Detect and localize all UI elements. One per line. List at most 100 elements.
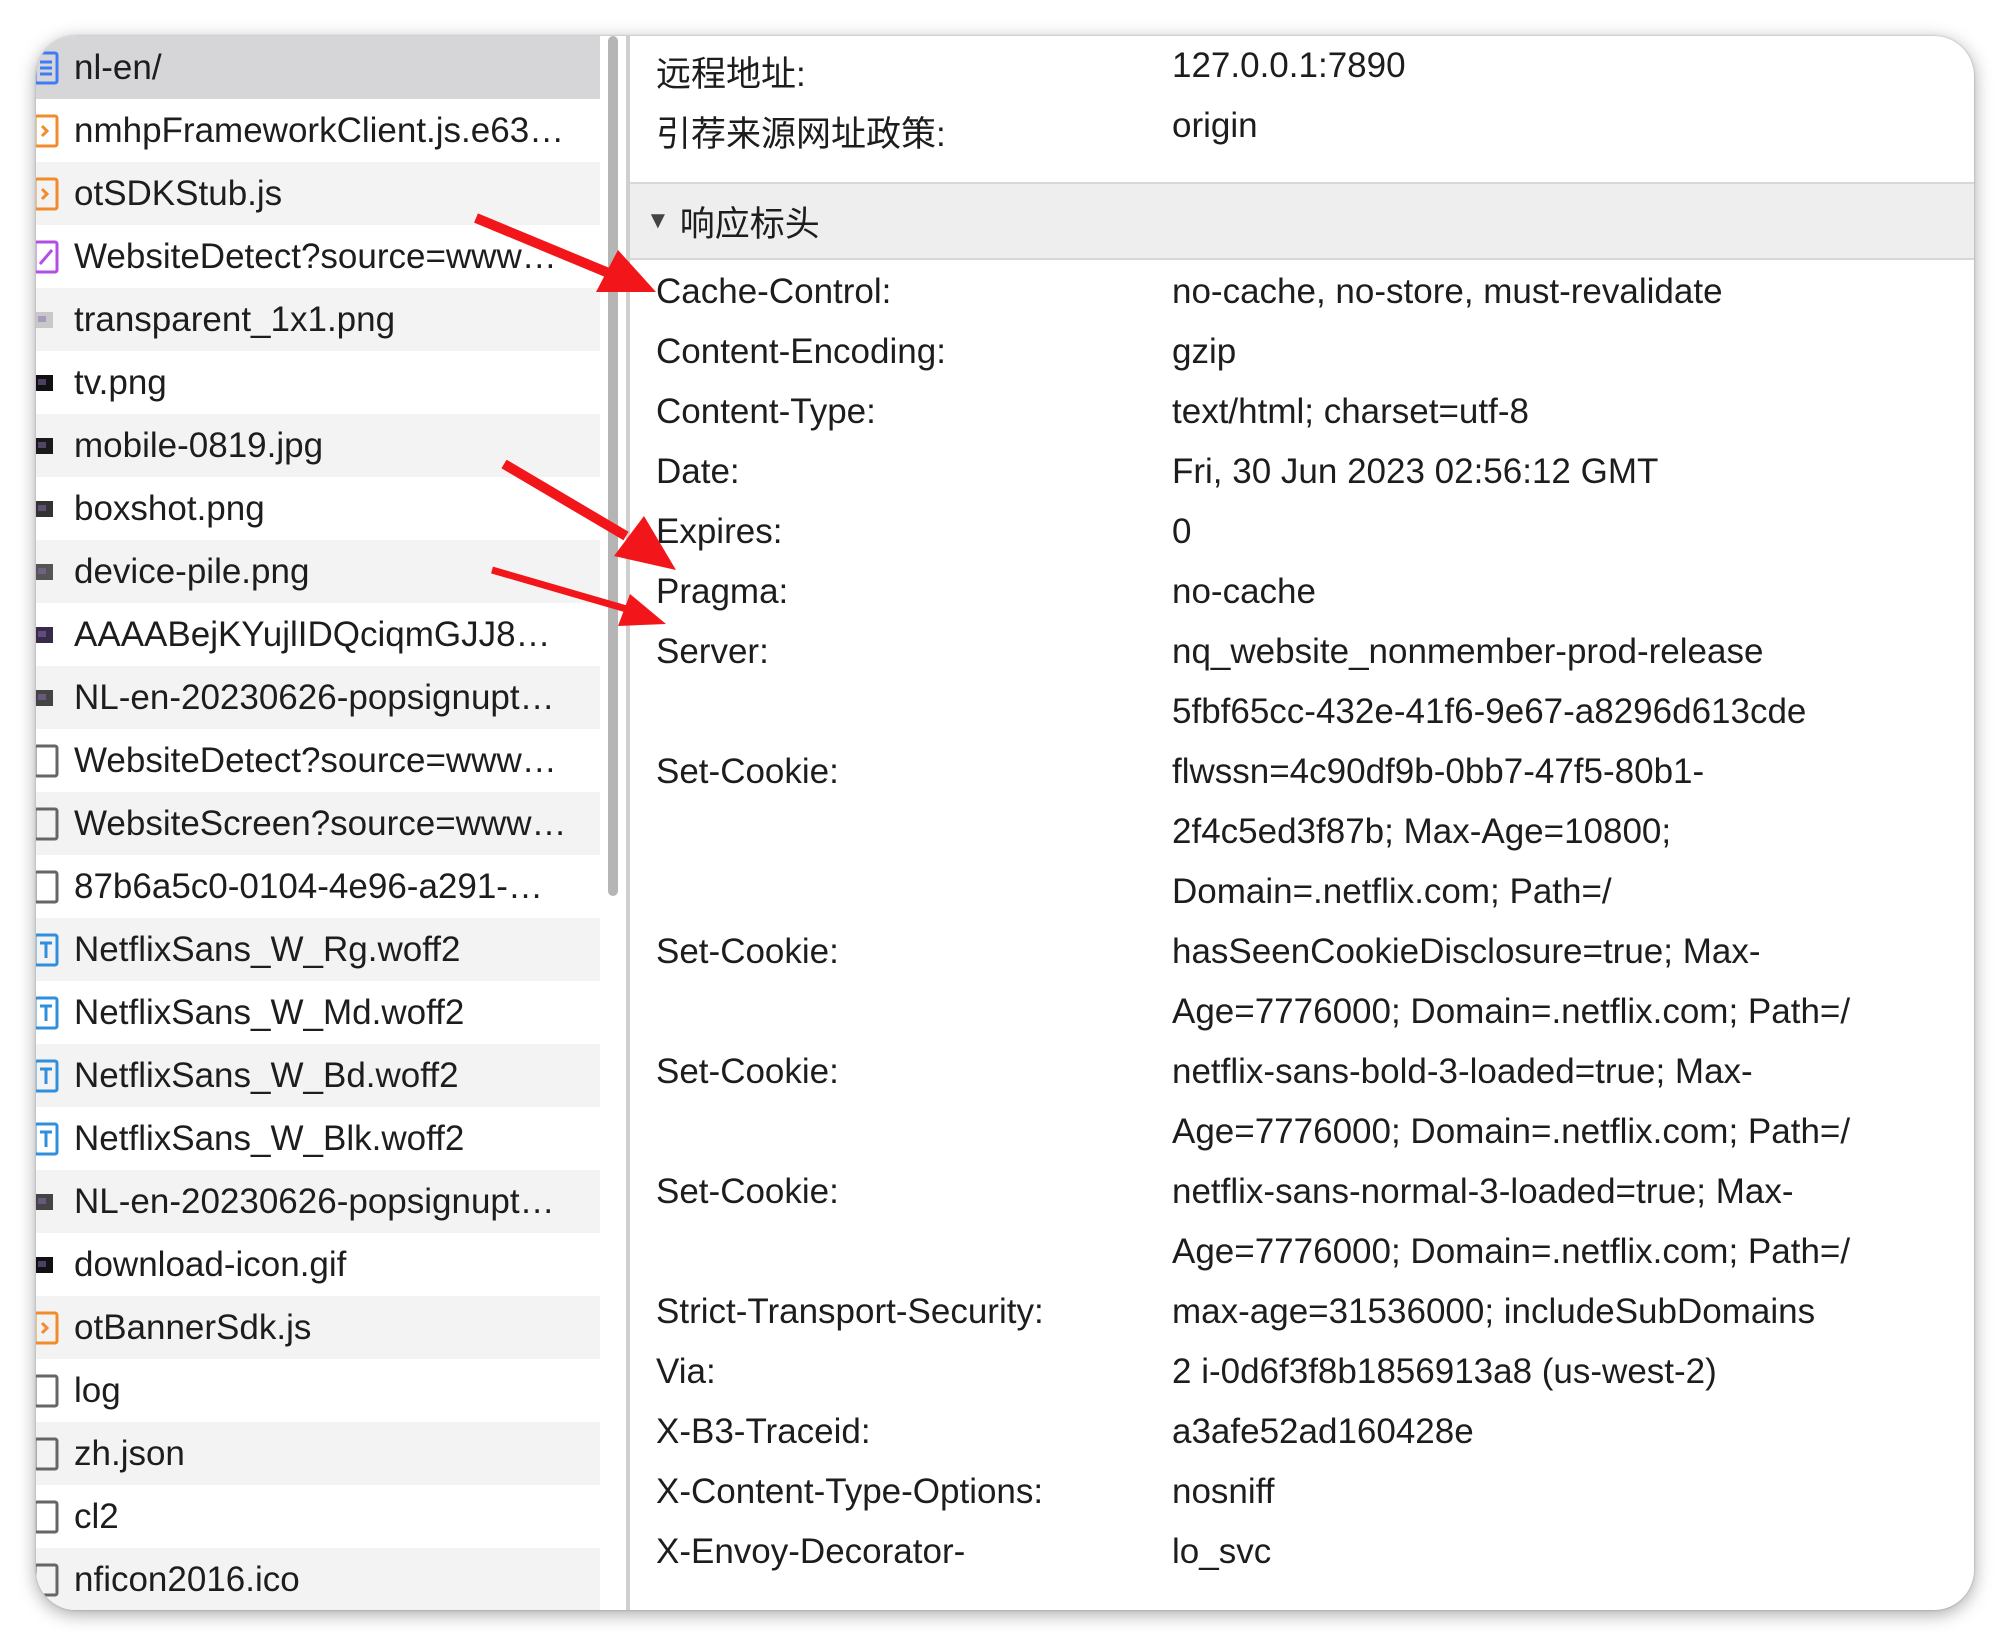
header-value: gzip xyxy=(1172,332,1237,371)
image-icon xyxy=(36,296,72,344)
general-row-referrer-policy: 引荐来源网址政策: origin xyxy=(630,96,1974,156)
request-row[interactable]: otBannerSdk.js xyxy=(36,1296,600,1359)
header-value: Age=7776000; Domain=.netflix.com; Path=/ xyxy=(1172,1112,1851,1151)
xhr-icon xyxy=(36,233,72,281)
request-row[interactable]: tv.png xyxy=(36,351,600,414)
image-icon xyxy=(36,548,72,596)
header-key: Cache-Control: xyxy=(656,272,892,311)
request-list-scrollbar[interactable] xyxy=(606,36,620,896)
header-key: X-Content-Type-Options: xyxy=(656,1472,1044,1511)
request-row[interactable]: download-icon.gif xyxy=(36,1233,600,1296)
file-icon xyxy=(36,1493,72,1541)
header-key: Strict-Transport-Security: xyxy=(656,1292,1044,1331)
request-row[interactable]: NL-en-20230626-popsignupt… xyxy=(36,1170,600,1233)
request-row[interactable]: NetflixSans_W_Md.woff2 xyxy=(36,981,600,1044)
header-value: netflix-sans-normal-3-loaded=true; Max- xyxy=(1172,1172,1794,1211)
script-icon xyxy=(36,107,72,155)
request-row[interactable]: otSDKStub.js xyxy=(36,162,600,225)
header-value: nq_website_nonmember-prod-release xyxy=(1172,632,1764,671)
header-value: nosniff xyxy=(1172,1472,1275,1511)
response-headers-section-toggle[interactable]: ▼ 响应标头 xyxy=(630,182,1974,260)
header-value: hasSeenCookieDisclosure=true; Max- xyxy=(1172,932,1761,971)
request-row[interactable]: log xyxy=(36,1359,600,1422)
file-icon xyxy=(36,863,72,911)
header-value: Age=7776000; Domain=.netflix.com; Path=/ xyxy=(1172,992,1851,1031)
request-row[interactable]: 87b6a5c0-0104-4e96-a291-… xyxy=(36,855,600,918)
font-icon xyxy=(36,926,72,974)
header-value: lo_svc xyxy=(1172,1532,1272,1571)
request-row[interactable]: NetflixSans_W_Rg.woff2 xyxy=(36,918,600,981)
header-value: no-cache, no-store, must-revalidate xyxy=(1172,272,1723,311)
file-icon xyxy=(36,1367,72,1415)
request-row[interactable]: mobile-0819.jpg xyxy=(36,414,600,477)
request-row[interactable]: nl-en/ xyxy=(36,36,600,99)
header-value: max-age=31536000; includeSubDomains xyxy=(1172,1292,1816,1331)
request-name: otBannerSdk.js xyxy=(74,1307,312,1347)
file-icon xyxy=(36,800,72,848)
header-value: 2f4c5ed3f87b; Max-Age=10800; xyxy=(1172,812,1672,851)
script-icon xyxy=(36,170,72,218)
font-icon xyxy=(36,1052,72,1100)
header-value: Domain=.netflix.com; Path=/ xyxy=(1172,872,1612,911)
header-value: a3afe52ad160428e xyxy=(1172,1412,1474,1451)
header-value: Age=7776000; Domain=.netflix.com; Path=/ xyxy=(1172,1232,1851,1271)
request-row[interactable]: nmhpFrameworkClient.js.e63… xyxy=(36,99,600,162)
header-value: origin xyxy=(1172,106,1258,145)
header-value: 0 xyxy=(1172,512,1192,551)
font-icon xyxy=(36,989,72,1037)
file-icon xyxy=(36,1556,72,1604)
request-row[interactable]: NetflixSans_W_Bd.woff2 xyxy=(36,1044,600,1107)
request-row[interactable]: WebsiteScreen?source=www… xyxy=(36,792,600,855)
request-row[interactable]: NetflixSans_W_Blk.woff2 xyxy=(36,1107,600,1170)
request-row[interactable]: AAAABejKYujlIDQciqmGJJ8… xyxy=(36,603,600,666)
header-key: Content-Encoding: xyxy=(656,332,946,371)
request-name: tv.png xyxy=(74,362,167,402)
image-icon xyxy=(36,359,72,407)
header-value: 127.0.0.1:7890 xyxy=(1172,46,1406,85)
request-name: download-icon.gif xyxy=(74,1244,347,1284)
header-key: Pragma: xyxy=(656,572,789,611)
section-title: 响应标头 xyxy=(679,204,820,244)
request-row[interactable]: WebsiteDetect?source=www… xyxy=(36,729,600,792)
request-name: nl-en/ xyxy=(74,47,162,87)
request-row[interactable]: transparent_1x1.png xyxy=(36,288,600,351)
request-row[interactable]: zh.json xyxy=(36,1422,600,1485)
header-value: netflix-sans-bold-3-loaded=true; Max- xyxy=(1172,1052,1753,1091)
general-row-remote-address: 远程地址: 127.0.0.1:7890 xyxy=(630,36,1974,96)
image-icon xyxy=(36,485,72,533)
request-row[interactable]: WebsiteDetect?source=www… xyxy=(36,225,600,288)
request-name: NetflixSans_W_Blk.woff2 xyxy=(74,1118,465,1158)
header-key: Server: xyxy=(656,632,769,671)
disclosure-triangle-icon: ▼ xyxy=(646,207,670,234)
request-row[interactable]: nficon2016.ico xyxy=(36,1548,600,1610)
header-key: 引荐来源网址政策: xyxy=(656,115,946,154)
request-name: AAAABejKYujlIDQciqmGJJ8… xyxy=(74,614,551,654)
header-value: Fri, 30 Jun 2023 02:56:12 GMT xyxy=(1172,452,1659,491)
scrollbar-thumb[interactable] xyxy=(608,36,618,896)
header-key: Set-Cookie: xyxy=(656,932,839,971)
header-key: Set-Cookie: xyxy=(656,1172,839,1211)
network-request-list: nl-en/ nmhpFrameworkClient.js.e63… otSDK… xyxy=(36,36,600,1610)
request-name: transparent_1x1.png xyxy=(74,299,396,339)
image-icon xyxy=(36,1178,72,1226)
request-name: NetflixSans_W_Rg.woff2 xyxy=(74,929,461,969)
header-key: X-Envoy-Decorator- xyxy=(656,1532,966,1571)
request-row[interactable]: boxshot.png xyxy=(36,477,600,540)
document-icon xyxy=(36,44,72,92)
request-name: zh.json xyxy=(74,1433,185,1473)
header-key: Expires: xyxy=(656,512,783,551)
header-key: Set-Cookie: xyxy=(656,752,839,791)
header-value: no-cache xyxy=(1172,572,1316,611)
script-icon xyxy=(36,1304,72,1352)
request-row[interactable]: cl2 xyxy=(36,1485,600,1548)
header-value: 2 i-0d6f3f8b1856913a8 (us-west-2) xyxy=(1172,1352,1717,1391)
image-icon xyxy=(36,674,72,722)
request-name: nficon2016.ico xyxy=(74,1559,300,1599)
image-icon xyxy=(36,611,72,659)
request-row[interactable]: NL-en-20230626-popsignupt… xyxy=(36,666,600,729)
request-name: device-pile.png xyxy=(74,551,310,591)
image-icon xyxy=(36,1241,72,1289)
header-key: Set-Cookie: xyxy=(656,1052,839,1091)
request-name: NL-en-20230626-popsignupt… xyxy=(74,677,555,717)
request-row[interactable]: device-pile.png xyxy=(36,540,600,603)
